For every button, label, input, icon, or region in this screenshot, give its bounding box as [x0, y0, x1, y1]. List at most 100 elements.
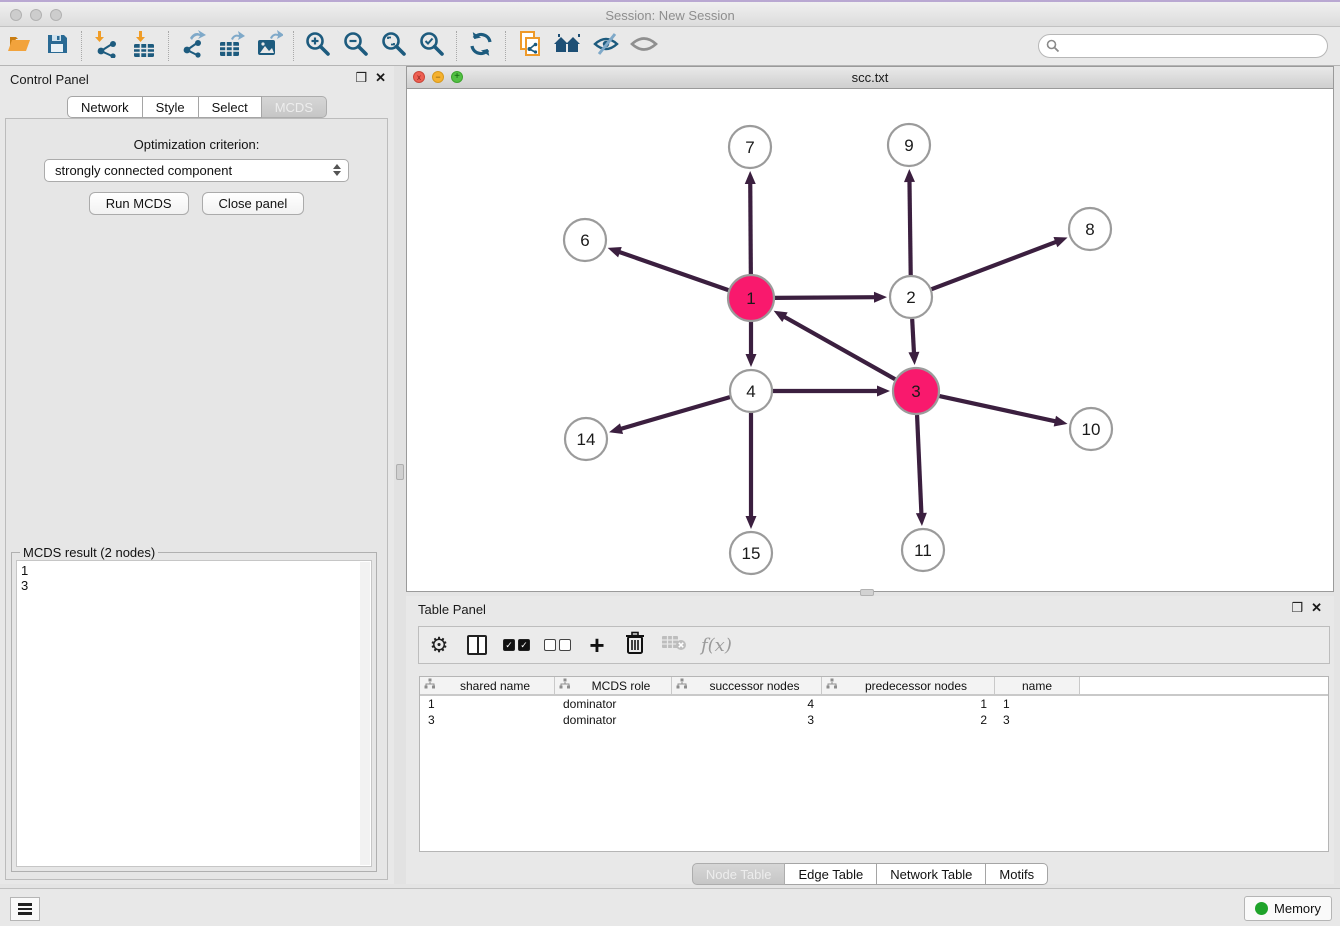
- node-table[interactable]: shared nameMCDS rolesuccessor nodesprede…: [419, 676, 1329, 852]
- column-header-shared-name[interactable]: shared name: [420, 677, 555, 694]
- node-2[interactable]: 2: [890, 276, 932, 318]
- mcds-result-text[interactable]: 13: [16, 560, 372, 867]
- node-7[interactable]: 7: [729, 126, 771, 168]
- table-row[interactable]: 1dominator411: [420, 696, 1328, 712]
- float-panel-icon[interactable]: ❒: [355, 71, 367, 85]
- node-label: 15: [742, 544, 761, 563]
- node-11[interactable]: 11: [902, 529, 944, 571]
- close-panel-icon[interactable]: ✕: [375, 71, 386, 85]
- criterion-dropdown[interactable]: strongly connected component: [44, 159, 349, 182]
- table-cell[interactable]: 1: [420, 696, 555, 712]
- tab-node-table[interactable]: Node Table: [692, 863, 786, 885]
- edge-4-15[interactable]: [746, 413, 757, 529]
- import-table-button[interactable]: [125, 30, 163, 62]
- node-9[interactable]: 9: [888, 124, 930, 166]
- node-table-body: 1dominator4113dominator323: [420, 696, 1328, 728]
- close-panel-button[interactable]: Close panel: [202, 192, 305, 215]
- zoom-out-button[interactable]: [337, 30, 375, 62]
- node-8[interactable]: 8: [1069, 208, 1111, 250]
- export-table-button[interactable]: [212, 30, 250, 62]
- search-input[interactable]: [1038, 34, 1328, 58]
- toolbar-separator: [81, 31, 82, 61]
- node-3[interactable]: 3: [893, 368, 939, 414]
- node-4[interactable]: 4: [730, 370, 772, 412]
- splitter-handle[interactable]: [396, 464, 404, 480]
- table-cell[interactable]: dominator: [555, 712, 672, 728]
- refresh-icon: [467, 30, 495, 63]
- zoom-selected-button[interactable]: [413, 30, 451, 62]
- table-cell[interactable]: 3: [672, 712, 822, 728]
- edge-1-2[interactable]: [775, 292, 887, 303]
- edge-2-8[interactable]: [932, 237, 1068, 289]
- table-cell[interactable]: 3: [995, 712, 1080, 728]
- table-cell[interactable]: 1: [995, 696, 1080, 712]
- clone-network-icon: [516, 30, 544, 63]
- home-view-button[interactable]: [549, 30, 587, 62]
- zoom-fit-button[interactable]: [375, 30, 413, 62]
- result-scrollbar[interactable]: [360, 562, 370, 865]
- network-canvas[interactable]: 1 2 3 4 6 7 8 9 10 11 14 15: [407, 89, 1333, 591]
- create-column-button[interactable]: +: [585, 632, 609, 658]
- memory-button[interactable]: Memory: [1244, 896, 1332, 921]
- zoom-in-button[interactable]: [299, 30, 337, 62]
- show-columns-button[interactable]: [465, 632, 489, 658]
- edge-3-10[interactable]: [939, 396, 1067, 426]
- save-session-button[interactable]: [38, 30, 76, 62]
- export-network-button[interactable]: [174, 30, 212, 62]
- table-cell[interactable]: 4: [672, 696, 822, 712]
- node-table-header: shared nameMCDS rolesuccessor nodesprede…: [420, 677, 1328, 696]
- column-header-successor-nodes[interactable]: successor nodes: [672, 677, 822, 694]
- edge-1-4[interactable]: [746, 322, 757, 367]
- mcds-result-line: 1: [21, 563, 367, 578]
- hide-graphics-button[interactable]: [587, 30, 625, 62]
- edge-1-7[interactable]: [745, 171, 756, 274]
- export-image-button[interactable]: [250, 30, 288, 62]
- zoom-fit-icon: [380, 30, 408, 63]
- table-cell[interactable]: 1: [822, 696, 995, 712]
- node-1[interactable]: 1: [728, 275, 774, 321]
- run-mcds-button[interactable]: Run MCDS: [89, 192, 189, 215]
- column-header-name[interactable]: name: [995, 677, 1080, 694]
- table-settings-button[interactable]: ⚙: [427, 632, 451, 658]
- edge-4-3[interactable]: [773, 386, 890, 397]
- edge-3-1[interactable]: [774, 311, 895, 379]
- edge-1-6[interactable]: [608, 247, 729, 290]
- node-14[interactable]: 14: [565, 418, 607, 460]
- table-row[interactable]: 3dominator323: [420, 712, 1328, 728]
- horizontal-splitter-handle[interactable]: [860, 589, 874, 596]
- delete-column-button[interactable]: [623, 632, 647, 658]
- node-15[interactable]: 15: [730, 532, 772, 574]
- vertical-splitter[interactable]: [394, 66, 406, 884]
- node-6[interactable]: 6: [564, 219, 606, 261]
- clone-network-button[interactable]: [511, 30, 549, 62]
- deselect-all-rows-button[interactable]: [544, 632, 571, 658]
- float-table-panel-icon[interactable]: ❒: [1291, 601, 1303, 615]
- node-label: 6: [580, 231, 589, 250]
- table-cell[interactable]: 3: [420, 712, 555, 728]
- table-cell[interactable]: dominator: [555, 696, 672, 712]
- column-header-predecessor-nodes[interactable]: predecessor nodes: [822, 677, 995, 694]
- edge-3-11[interactable]: [916, 415, 927, 526]
- tab-network-table[interactable]: Network Table: [877, 863, 986, 885]
- show-graphics-button[interactable]: [625, 30, 663, 62]
- apply-layout-button[interactable]: [462, 30, 500, 62]
- tab-mcds[interactable]: MCDS: [262, 96, 327, 118]
- table-cell[interactable]: 2: [822, 712, 995, 728]
- toolbar-separator: [505, 31, 506, 61]
- show-console-button[interactable]: [10, 897, 40, 921]
- node-10[interactable]: 10: [1070, 408, 1112, 450]
- edge-4-14[interactable]: [609, 397, 730, 434]
- network-window-titlebar[interactable]: x − + scc.txt: [407, 67, 1333, 89]
- close-table-panel-icon[interactable]: ✕: [1311, 601, 1322, 615]
- select-all-rows-button[interactable]: ✓✓: [503, 632, 530, 658]
- edge-2-9[interactable]: [904, 169, 915, 275]
- import-network-button[interactable]: [87, 30, 125, 62]
- tab-style[interactable]: Style: [143, 96, 199, 118]
- edge-2-3[interactable]: [908, 319, 919, 365]
- tab-select[interactable]: Select: [199, 96, 262, 118]
- tab-network[interactable]: Network: [67, 96, 143, 118]
- tab-motifs[interactable]: Motifs: [986, 863, 1048, 885]
- tab-edge-table[interactable]: Edge Table: [785, 863, 877, 885]
- column-header-MCDS-role[interactable]: MCDS role: [555, 677, 672, 694]
- open-session-button[interactable]: [0, 30, 38, 62]
